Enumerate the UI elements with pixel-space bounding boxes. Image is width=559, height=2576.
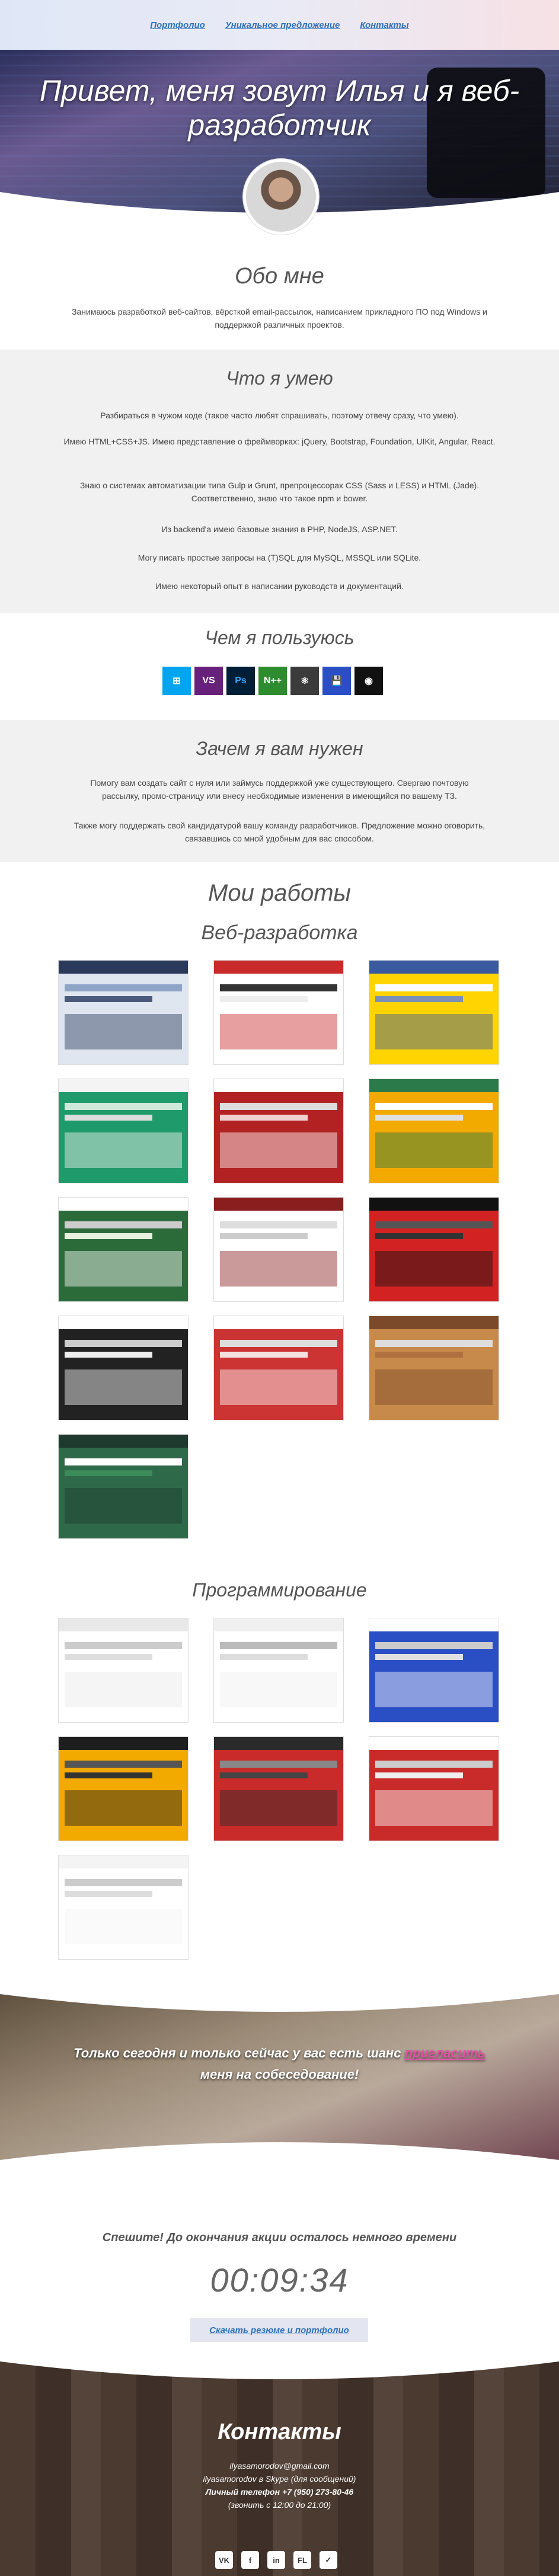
timer-title: Спешите! До окончания акции осталось нем… [102, 2231, 457, 2244]
contact-skype: ilyasamorodov в Skype (для сообщений) [203, 2474, 356, 2484]
photoshop-icon: Ps [226, 667, 255, 695]
web-project-thumb-11[interactable] [213, 1316, 344, 1420]
contacts-section: Контакты ilyasamorodov@gmail.com ilyasam… [0, 2356, 559, 2576]
offer-line1: Только сегодня и только сейчас у вас ест… [74, 2046, 405, 2060]
download-resume-button[interactable]: Скачать резюме и портфолио [190, 2318, 368, 2342]
contacts-title: Контакты [218, 2420, 341, 2444]
avatar [243, 159, 319, 235]
program-project-thumb-1[interactable] [58, 1618, 189, 1723]
web-dev-title: Веб-разработка [201, 921, 358, 944]
linkedin-icon[interactable]: in [267, 2551, 285, 2569]
windows-icon: ⊞ [162, 667, 191, 695]
web-project-thumb-7[interactable] [58, 1197, 189, 1302]
nav-offer[interactable]: Уникальное предложение [225, 20, 340, 30]
facebook-icon[interactable]: f [241, 2551, 259, 2569]
vk-icon[interactable]: VK [215, 2551, 233, 2569]
why-title: Зачем я вам нужен [196, 738, 363, 759]
web-project-thumb-10[interactable] [58, 1316, 189, 1420]
contact-phone: Личный телефон +7 (950) 273-80-46 [205, 2487, 354, 2497]
program-project-thumb-6[interactable] [369, 1736, 499, 1841]
programming-title: Программирование [192, 1579, 367, 1601]
program-project-thumb-2[interactable] [213, 1618, 344, 1723]
works-title: Мои работы [208, 880, 351, 906]
skills-p4: Из backend'a имею базовые знания в PHP, … [161, 524, 398, 534]
floppy-save-icon: 💾 [322, 667, 351, 695]
skills-p2: Имею HTML+CSS+JS. Имею представление о ф… [63, 437, 496, 446]
web-project-thumb-5[interactable] [213, 1079, 344, 1183]
offer-line2: меня на собеседование! [200, 2067, 359, 2082]
program-project-thumb-3[interactable] [369, 1618, 499, 1723]
contacts-wave [0, 2356, 559, 2379]
offer-wave-top [0, 1982, 559, 2012]
web-project-thumb-9[interactable] [369, 1197, 499, 1302]
skills-p5: Могу писать простые запросы на (T)SQL дл… [138, 553, 421, 562]
offer-text: Только сегодня и только сейчас у вас ест… [0, 2043, 559, 2085]
tools-title: Чем я пользуюсь [205, 627, 354, 648]
web-project-thumb-2[interactable] [213, 960, 344, 1065]
contact-hours: (звонить с 12:00 до 21:00) [228, 2500, 331, 2510]
skills-p6: Имею некоторый опыт в написании руководс… [155, 581, 404, 591]
skills-title: Что я умею [226, 367, 333, 389]
contact-email[interactable]: ilyasamorodov@gmail.com [0, 2461, 559, 2471]
atom-icon: ⚛ [290, 667, 319, 695]
web-project-thumb-12[interactable] [369, 1316, 499, 1420]
notepad-plus-plus-icon: N++ [258, 667, 287, 695]
skills-p3: Знаю о системах автоматизации типа Gulp … [79, 481, 480, 503]
hero-title: Привет, меня зовут Илья и я веб-разработ… [39, 74, 520, 142]
web-project-thumb-8[interactable] [213, 1197, 344, 1302]
offer-banner: Только сегодня и только сейчас у вас ест… [0, 1982, 559, 2178]
why-p2: Также могу поддержать свой кандидатурой … [74, 821, 485, 843]
tools-row: ⊞ VS Ps N++ ⚛ 💾 ◉ [162, 667, 383, 695]
top-nav: Портфолио Уникальное предложение Контакт… [0, 0, 559, 50]
why-p1: Помогу вам создать сайт с нуля или займу… [90, 778, 469, 801]
program-project-thumb-4[interactable] [58, 1736, 189, 1841]
web-project-thumb-4[interactable] [58, 1079, 189, 1183]
program-project-thumb-5[interactable] [213, 1736, 344, 1841]
invite-link[interactable]: пригласить [405, 2046, 485, 2060]
skills-p1: Разбираться в чужом коде (такое часто лю… [100, 411, 459, 420]
offer-wave-bottom [0, 2142, 559, 2178]
fl-icon[interactable]: FL [293, 2551, 311, 2569]
social-links: VK f in FL ✓ [215, 2551, 337, 2569]
countdown-timer: 00:09:34 [210, 2261, 349, 2299]
about-title: Обо мне [235, 264, 324, 289]
web-project-thumb-1[interactable] [58, 960, 189, 1065]
visual-studio-icon: VS [194, 667, 223, 695]
web-project-thumb-3[interactable] [369, 960, 499, 1065]
github-icon: ◉ [354, 667, 383, 695]
web-project-thumb-6[interactable] [369, 1079, 499, 1183]
checklist-icon[interactable]: ✓ [320, 2551, 337, 2569]
about-text: Занимаюсь разработкой веб-сайтов, вёрстк… [71, 307, 487, 329]
nav-portfolio[interactable]: Портфолио [150, 20, 205, 30]
program-project-thumb-7[interactable] [58, 1855, 189, 1960]
web-project-thumb-13[interactable] [58, 1434, 189, 1539]
nav-contacts[interactable]: Контакты [360, 20, 408, 30]
